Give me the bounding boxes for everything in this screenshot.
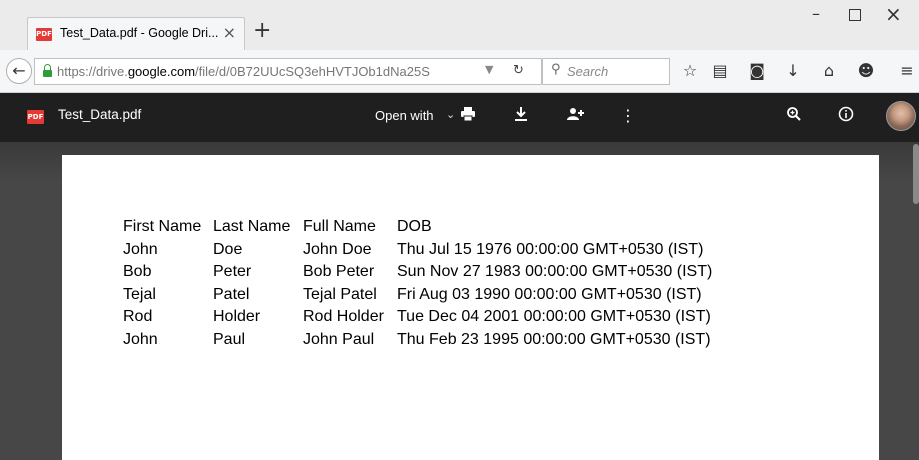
info-icon[interactable]: [836, 106, 856, 127]
url-domain: google.com: [127, 64, 196, 79]
url-bar[interactable]: https://drive.google.com/file/d/0B72UUcS…: [34, 58, 542, 85]
cell-dob: Fri Aug 03 1990 00:00:00 GMT+0530 (IST): [397, 285, 702, 303]
cell-first-name: Rod: [123, 308, 153, 326]
cell-full-name: Tejal Patel: [303, 285, 377, 303]
search-icon: ⚲: [551, 62, 561, 77]
cell-dob: Tue Dec 04 2001 00:00:00 GMT+0530 (IST): [397, 308, 711, 326]
cell-full-name: John Paul: [303, 330, 375, 348]
print-icon[interactable]: [458, 106, 478, 127]
more-icon[interactable]: ⋮: [618, 106, 638, 126]
reading-list-icon[interactable]: ▤: [710, 62, 730, 80]
cell-full-name: Rod Holder: [303, 308, 384, 326]
star-icon[interactable]: ☆: [680, 62, 700, 80]
download-icon[interactable]: [511, 106, 531, 127]
cell-full-name: Bob Peter: [303, 263, 375, 281]
url-path: /file/d/0B72UUcSQ3ehHVTJOb1dNa25S: [195, 64, 430, 79]
header-first-name: First Name: [123, 218, 202, 236]
cell-last-name: Holder: [213, 308, 261, 326]
avatar[interactable]: [886, 101, 916, 131]
cell-last-name: Peter: [213, 263, 252, 281]
cell-last-name: Doe: [213, 240, 243, 258]
table-row: Tejal Patel Tejal Patel Fri Aug 03 1990 …: [123, 284, 712, 307]
scrollbar[interactable]: [913, 144, 919, 204]
minimize-button[interactable]: –: [812, 4, 820, 23]
browser-tab[interactable]: PDF Test_Data.pdf - Google Dri... ×: [27, 17, 245, 50]
new-tab-button[interactable]: +: [253, 20, 271, 42]
share-icon[interactable]: [565, 106, 585, 127]
table-header-row: First Name Last Name Full Name DOB: [123, 216, 712, 239]
table-row: John Paul John Paul Thu Feb 23 1995 00:0…: [123, 329, 712, 352]
cell-first-name: Tejal: [123, 285, 156, 303]
pdf-icon: PDF: [36, 28, 52, 41]
chat-icon[interactable]: ☻: [856, 62, 876, 80]
maximize-button[interactable]: [849, 9, 861, 21]
cell-dob: Sun Nov 27 1983 00:00:00 GMT+0530 (IST): [397, 263, 713, 281]
table-row: John Doe John Doe Thu Jul 15 1976 00:00:…: [123, 239, 712, 262]
navigation-bar: ← https://drive.google.com/file/d/0B72UU…: [0, 50, 919, 93]
header-full-name: Full Name: [303, 218, 376, 236]
search-placeholder: Search: [567, 64, 609, 79]
tab-title: Test_Data.pdf - Google Dri...: [60, 26, 219, 40]
lock-icon: [43, 64, 52, 77]
open-with-button[interactable]: Open with: [375, 108, 434, 123]
url-dropdown-icon[interactable]: ▼: [485, 63, 493, 76]
url-prefix: https://drive.: [57, 64, 128, 79]
menu-icon[interactable]: ≡: [897, 62, 917, 80]
browser-title-bar: PDF Test_Data.pdf - Google Dri... × + – …: [0, 0, 919, 50]
pdf-viewer: First Name Last Name Full Name DOB John …: [0, 142, 919, 460]
pocket-icon[interactable]: ◙: [747, 62, 767, 80]
table-row: Bob Peter Bob Peter Sun Nov 27 1983 00:0…: [123, 261, 712, 284]
cell-first-name: John: [123, 330, 158, 348]
cell-first-name: Bob: [123, 263, 152, 281]
search-input[interactable]: ⚲ Search: [542, 58, 670, 85]
header-dob: DOB: [397, 218, 432, 236]
cell-last-name: Patel: [213, 285, 250, 303]
header-last-name: Last Name: [213, 218, 291, 236]
chevron-down-icon[interactable]: ⌄: [446, 108, 455, 121]
tab-close-icon[interactable]: ×: [223, 23, 236, 42]
cell-last-name: Paul: [213, 330, 246, 348]
close-window-button[interactable]: ×: [885, 2, 902, 26]
download-icon[interactable]: ↓: [783, 62, 803, 80]
reload-icon[interactable]: ↻: [513, 63, 524, 78]
file-name: Test_Data.pdf: [58, 107, 142, 122]
pdf-file-icon: PDF: [27, 110, 44, 124]
cell-full-name: John Doe: [303, 240, 372, 258]
cell-dob: Thu Feb 23 1995 00:00:00 GMT+0530 (IST): [397, 330, 711, 348]
drive-toolbar: PDF Test_Data.pdf Open with ⌄ ⋮: [0, 93, 919, 142]
data-table: First Name Last Name Full Name DOB John …: [123, 216, 712, 351]
back-button[interactable]: ←: [6, 58, 32, 84]
url-text[interactable]: https://drive.google.com/file/d/0B72UUcS…: [57, 64, 430, 79]
zoom-icon[interactable]: [784, 106, 804, 127]
table-row: Rod Holder Rod Holder Tue Dec 04 2001 00…: [123, 306, 712, 329]
cell-dob: Thu Jul 15 1976 00:00:00 GMT+0530 (IST): [397, 240, 704, 258]
pdf-page: First Name Last Name Full Name DOB John …: [62, 155, 879, 460]
home-icon[interactable]: ⌂: [819, 62, 839, 80]
cell-first-name: John: [123, 240, 158, 258]
